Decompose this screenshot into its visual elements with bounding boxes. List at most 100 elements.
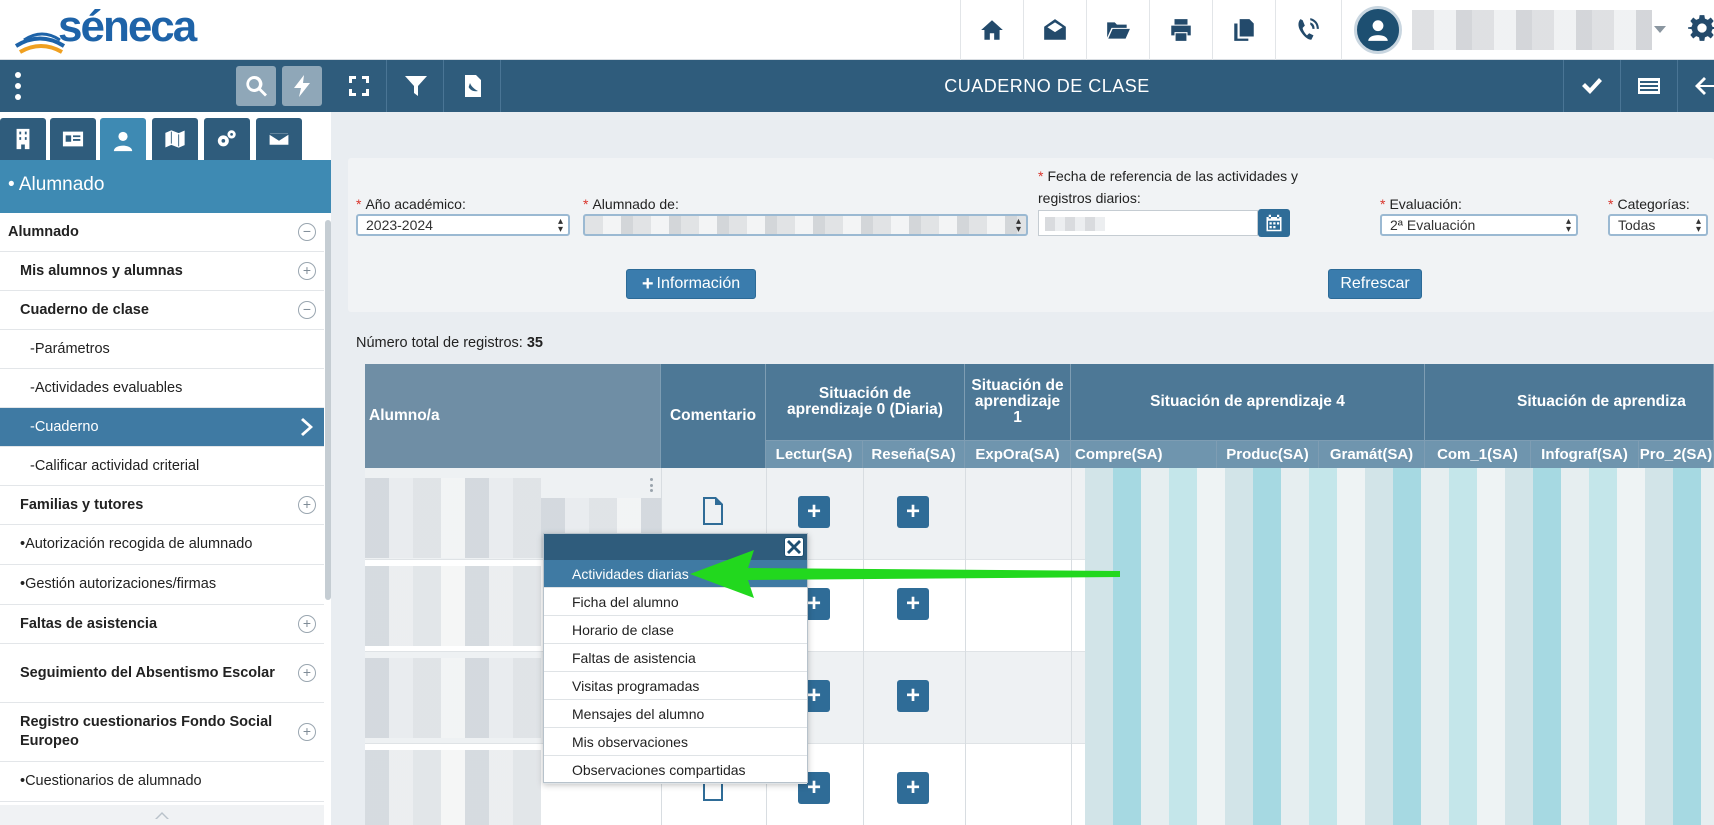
col-resena[interactable]: Reseña(SA) xyxy=(863,440,965,468)
print-icon[interactable] xyxy=(1149,0,1212,60)
refresh-button[interactable]: Refrescar xyxy=(1328,269,1422,299)
add-resena-button[interactable]: + xyxy=(897,588,929,620)
col-pro2[interactable]: Pro_2(SA) xyxy=(1639,440,1714,468)
col-gramat[interactable]: Gramát(SA) xyxy=(1319,440,1425,468)
column-divider xyxy=(863,468,864,825)
sidebar-scroll-up[interactable] xyxy=(0,805,324,825)
date-label-2: registros diarios: xyxy=(1038,190,1141,206)
context-menu-item[interactable]: Mis observaciones xyxy=(544,728,807,756)
sidebar-item[interactable]: Alumnado − xyxy=(0,213,324,252)
add-lectur-button[interactable]: + xyxy=(798,496,830,528)
sidebar-item[interactable]: Registro cuestionarios Fondo Social Euro… xyxy=(0,703,324,762)
chevron-down-icon[interactable] xyxy=(1654,26,1666,33)
pdf-button[interactable] xyxy=(445,60,501,112)
col-com1[interactable]: Com_1(SA) xyxy=(1425,440,1531,468)
avatar[interactable] xyxy=(1354,6,1402,54)
context-menu-item[interactable]: Visitas programadas xyxy=(544,672,807,700)
envelope-open-icon[interactable] xyxy=(1023,0,1086,60)
row-menu-icon[interactable] xyxy=(650,478,654,492)
tab-messages[interactable] xyxy=(256,118,302,160)
context-menu-item[interactable]: Horario de clase xyxy=(544,616,807,644)
sidebar-item[interactable]: •Gestión autorizaciones/firmas xyxy=(0,565,324,605)
sidebar-item[interactable]: -Parámetros xyxy=(0,330,324,369)
fullscreen-button[interactable] xyxy=(331,60,387,112)
comment-doc-icon[interactable] xyxy=(701,496,725,526)
sidebar-item-label: Mis alumnos y alumnas xyxy=(20,262,183,279)
expand-icon[interactable]: + xyxy=(298,615,316,633)
col-sa-next[interactable]: Situación de aprendiza xyxy=(1425,364,1714,440)
sidebar-item[interactable]: Faltas de asistencia + xyxy=(0,605,324,644)
expand-icon[interactable]: + xyxy=(298,496,316,514)
sidebar-item[interactable]: •Cuestionarios de alumnado xyxy=(0,762,324,802)
confirm-button[interactable] xyxy=(1563,60,1619,112)
add-resena-button[interactable]: + xyxy=(897,496,929,528)
context-menu-item[interactable]: Faltas de asistencia xyxy=(544,644,807,672)
context-menu-item[interactable]: Ficha del alumno xyxy=(544,588,807,616)
year-select[interactable]: 2023-2024 ▴ ▾ xyxy=(356,214,570,236)
col-sa4[interactable]: Situación de aprendizaje 4 xyxy=(1071,364,1425,440)
col-comment[interactable]: Comentario xyxy=(661,364,766,468)
col-lectur[interactable]: Lectur(SA) xyxy=(766,440,863,468)
col-sa0[interactable]: Situación de aprendizaje 0 (Diaria) xyxy=(766,364,965,440)
expand-icon[interactable]: + xyxy=(298,664,316,682)
close-button[interactable] xyxy=(784,537,804,557)
sidebar-item[interactable]: •Autorización recogida de alumnado xyxy=(0,525,324,565)
tab-center[interactable] xyxy=(0,118,46,160)
gears-icon xyxy=(217,130,236,147)
sidebar-item[interactable]: Cuaderno de clase − xyxy=(0,291,324,330)
categories-select[interactable]: Todas ▴ ▾ xyxy=(1608,214,1708,236)
context-menu-item[interactable]: Observaciones compartidas xyxy=(544,756,807,784)
col-infograf[interactable]: Infograf(SA) xyxy=(1531,440,1639,468)
table-list-icon xyxy=(1637,78,1660,94)
calendar-button[interactable] xyxy=(1258,209,1290,237)
tab-utilities[interactable] xyxy=(204,118,250,160)
add-resena-button[interactable]: + xyxy=(897,772,929,804)
date-input[interactable] xyxy=(1038,210,1258,236)
seneca-logo[interactable]: séneca xyxy=(14,2,204,56)
sidebar-item-label: -Cuaderno xyxy=(30,418,99,435)
sidebar-item[interactable]: -Cuaderno xyxy=(0,408,324,447)
back-button[interactable] xyxy=(1677,60,1714,112)
sidebar-item[interactable]: -Actividades evaluables xyxy=(0,369,324,408)
info-button[interactable]: + Información xyxy=(626,269,756,299)
expand-icon[interactable]: + xyxy=(298,723,316,741)
sidebar-item[interactable]: Seguimiento del Absentismo Escolar + xyxy=(0,644,324,703)
header-icon-bar xyxy=(960,0,1338,60)
expand-icon[interactable]: + xyxy=(298,262,316,280)
col-sa1[interactable]: Situación de aprendizaje 1 xyxy=(965,364,1071,440)
tab-map[interactable] xyxy=(152,118,198,160)
list-view-button[interactable] xyxy=(1620,60,1676,112)
collapse-icon[interactable]: − xyxy=(298,223,316,241)
copy-icon[interactable] xyxy=(1212,0,1275,60)
user-menu[interactable] xyxy=(1341,0,1671,60)
sidebar-item[interactable]: Familias y tutores + xyxy=(0,486,324,525)
collapse-icon[interactable]: − xyxy=(298,301,316,319)
sidebar-item-label: Familias y tutores xyxy=(20,496,144,513)
tab-personal[interactable] xyxy=(50,118,96,160)
kebab-menu-icon[interactable] xyxy=(10,72,26,100)
grades-cells-blurred xyxy=(1085,468,1714,560)
home-icon[interactable] xyxy=(960,0,1023,60)
search-button[interactable] xyxy=(236,66,276,106)
filter-button[interactable] xyxy=(388,60,444,112)
gear-icon[interactable] xyxy=(1688,14,1714,44)
sidebar-item[interactable]: -Calificar actividad criterial xyxy=(0,447,324,486)
students-select[interactable]: ▴ ▾ xyxy=(583,214,1028,236)
add-resena-button[interactable]: + xyxy=(897,680,929,712)
top-header: séneca xyxy=(0,0,1714,60)
col-expora[interactable]: ExpOra(SA) xyxy=(965,440,1071,468)
year-select-value: 2023-2024 xyxy=(366,217,433,233)
eval-select[interactable]: 2ª Evaluación ▴ ▾ xyxy=(1380,214,1578,236)
sidebar-scrollbar[interactable] xyxy=(325,220,331,600)
folder-open-icon[interactable] xyxy=(1086,0,1149,60)
col-compre[interactable]: Compre(SA) xyxy=(1071,440,1217,468)
sidebar-item[interactable]: Mis alumnos y alumnas + xyxy=(0,252,324,291)
tab-students[interactable] xyxy=(100,118,146,164)
context-menu-item[interactable]: Actividades diarias xyxy=(544,560,807,588)
context-menu-item[interactable]: Mensajes del alumno xyxy=(544,700,807,728)
col-produc[interactable]: Produc(SA) xyxy=(1217,440,1319,468)
quick-access-button[interactable] xyxy=(282,66,322,106)
id-card-icon xyxy=(62,131,84,147)
col-student[interactable]: Alumno/a xyxy=(365,364,661,468)
phone-volume-icon[interactable] xyxy=(1275,0,1338,60)
